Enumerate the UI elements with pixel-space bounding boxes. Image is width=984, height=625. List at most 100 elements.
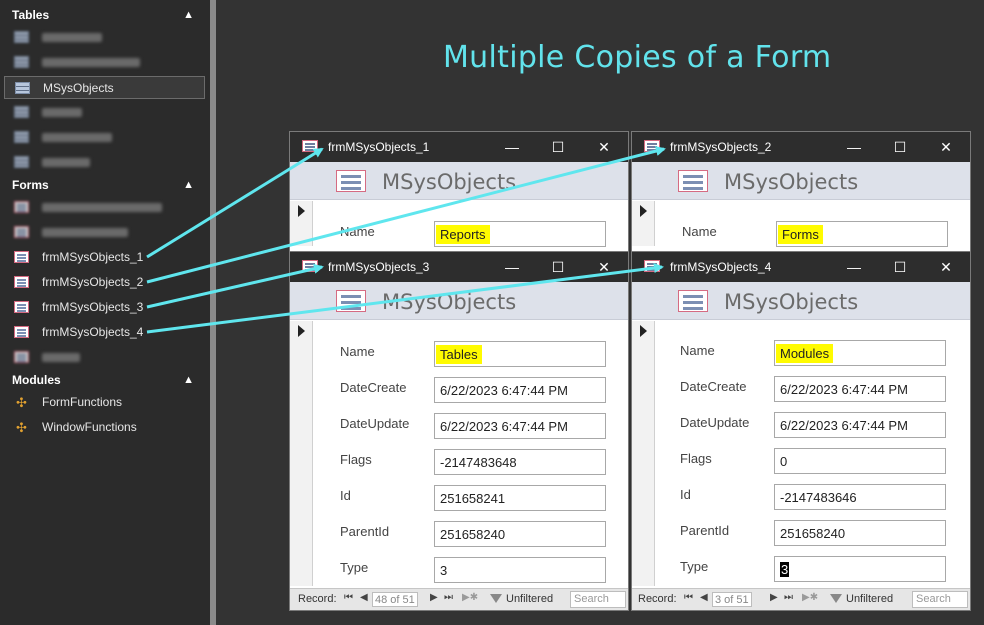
field-input-type[interactable]: 3 xyxy=(774,556,946,582)
blurred-label xyxy=(42,133,112,142)
last-record-icon[interactable]: ⏭ xyxy=(784,592,793,603)
field-label-parentid: ParentId xyxy=(340,524,390,539)
form-icon xyxy=(14,201,29,213)
field-input-id[interactable]: -2147483646 xyxy=(774,484,946,510)
nav-form-item[interactable] xyxy=(4,221,205,244)
new-record-icon[interactable]: ▶✱ xyxy=(462,592,478,603)
close-icon[interactable]: ✕ xyxy=(934,136,958,158)
first-record-icon[interactable]: ⏮ xyxy=(684,592,693,603)
close-icon[interactable]: ✕ xyxy=(934,256,958,278)
form-window-3[interactable]: frmMSysObjects_3 — ☐ ✕ MSysObjects Name … xyxy=(289,251,629,611)
tables-group-header[interactable]: Tables ▲ xyxy=(0,4,210,26)
record-position-input[interactable]: 3 of 51 xyxy=(712,592,752,607)
nav-table-item[interactable] xyxy=(4,101,205,124)
minimize-icon[interactable]: — xyxy=(500,136,524,158)
record-selector[interactable] xyxy=(632,321,655,586)
current-record-arrow-icon xyxy=(640,325,647,337)
chevron-up-icon[interactable]: ▲ xyxy=(183,174,194,196)
record-selector[interactable] xyxy=(632,201,655,246)
filter-status[interactable]: Unfiltered xyxy=(846,593,893,605)
nav-table-msysobjects[interactable]: MSysObjects xyxy=(4,76,205,99)
maximize-icon[interactable]: ☐ xyxy=(546,256,570,278)
form-header-title: MSysObjects xyxy=(724,170,859,194)
field-input-parentid[interactable]: 251658240 xyxy=(774,520,946,546)
form-header-title: MSysObjects xyxy=(382,290,517,314)
chevron-up-icon[interactable]: ▲ xyxy=(183,369,194,391)
maximize-icon[interactable]: ☐ xyxy=(888,256,912,278)
modules-group-header[interactable]: Modules ▲ xyxy=(0,369,210,391)
field-input-id[interactable]: 251658241 xyxy=(434,485,606,511)
field-label-flags: Flags xyxy=(680,451,712,466)
window-title-bar[interactable]: frmMSysObjects_4 — ☐ ✕ xyxy=(632,252,970,282)
minimize-icon[interactable]: — xyxy=(842,136,866,158)
form-icon xyxy=(302,140,318,152)
nav-table-item[interactable] xyxy=(4,126,205,149)
record-position-input[interactable]: 48 of 51 xyxy=(372,592,418,607)
close-icon[interactable]: ✕ xyxy=(592,256,616,278)
field-label-name: Name xyxy=(682,224,717,239)
form-icon xyxy=(644,140,660,152)
field-input-dateupdate[interactable]: 6/22/2023 6:47:44 PM xyxy=(434,413,606,439)
nav-table-item[interactable] xyxy=(4,51,205,74)
previous-record-icon[interactable]: ◀ xyxy=(700,592,708,603)
nav-module-windowfunctions[interactable]: ✣ WindowFunctions xyxy=(4,416,205,439)
chevron-up-icon[interactable]: ▲ xyxy=(183,4,194,26)
nav-item-label: FormFunctions xyxy=(42,395,123,409)
form-header: MSysObjects xyxy=(632,162,970,200)
nav-form-frmmsysobjects-3[interactable]: frmMSysObjects_3 xyxy=(4,296,205,319)
form-icon xyxy=(644,260,660,272)
window-title-bar[interactable]: frmMSysObjects_1 — ☐ ✕ xyxy=(290,132,628,162)
window-title-bar[interactable]: frmMSysObjects_2 — ☐ ✕ xyxy=(632,132,970,162)
next-record-icon[interactable]: ▶ xyxy=(770,592,778,603)
field-input-parentid[interactable]: 251658240 xyxy=(434,521,606,547)
window-title: frmMSysObjects_2 xyxy=(670,140,772,154)
nav-form-item[interactable] xyxy=(4,346,205,369)
next-record-icon[interactable]: ▶ xyxy=(430,592,438,603)
field-input-name[interactable]: Tables xyxy=(434,341,606,367)
page-title: Multiple Copies of a Form xyxy=(443,40,832,75)
filter-status[interactable]: Unfiltered xyxy=(506,593,553,605)
forms-group-header[interactable]: Forms ▲ xyxy=(0,174,210,196)
maximize-icon[interactable]: ☐ xyxy=(888,136,912,158)
minimize-icon[interactable]: — xyxy=(842,256,866,278)
previous-record-icon[interactable]: ◀ xyxy=(360,592,368,603)
field-input-datecreate[interactable]: 6/22/2023 6:47:44 PM xyxy=(434,377,606,403)
nav-table-item[interactable] xyxy=(4,26,205,49)
record-selector[interactable] xyxy=(290,201,313,246)
nav-form-frmmsysobjects-1[interactable]: frmMSysObjects_1 xyxy=(4,246,205,269)
form-icon xyxy=(14,351,29,363)
field-input-type[interactable]: 3 xyxy=(434,557,606,583)
nav-form-item[interactable] xyxy=(4,196,205,219)
nav-form-frmmsysobjects-2[interactable]: frmMSysObjects_2 xyxy=(4,271,205,294)
search-input[interactable]: Search xyxy=(912,591,968,608)
form-window-2[interactable]: frmMSysObjects_2 — ☐ ✕ MSysObjects Name … xyxy=(631,131,971,271)
nav-table-item[interactable] xyxy=(4,151,205,174)
field-label-name: Name xyxy=(340,344,375,359)
module-icon: ✣ xyxy=(16,420,27,435)
field-input-name[interactable]: Modules xyxy=(774,340,946,366)
record-selector[interactable] xyxy=(290,321,313,586)
maximize-icon[interactable]: ☐ xyxy=(546,136,570,158)
nav-form-frmmsysobjects-4[interactable]: frmMSysObjects_4 xyxy=(4,321,205,344)
form-header-title: MSysObjects xyxy=(724,290,859,314)
form-icon xyxy=(336,170,366,192)
record-label: Record: xyxy=(298,593,337,605)
search-input[interactable]: Search xyxy=(570,591,626,608)
field-input-datecreate[interactable]: 6/22/2023 6:47:44 PM xyxy=(774,376,946,402)
minimize-icon[interactable]: — xyxy=(500,256,524,278)
nav-item-label: frmMSysObjects_4 xyxy=(42,325,144,339)
form-window-1[interactable]: frmMSysObjects_1 — ☐ ✕ MSysObjects Name … xyxy=(289,131,629,271)
table-icon xyxy=(14,106,29,118)
field-input-name[interactable]: Forms xyxy=(776,221,948,247)
field-input-dateupdate[interactable]: 6/22/2023 6:47:44 PM xyxy=(774,412,946,438)
first-record-icon[interactable]: ⏮ xyxy=(344,592,353,603)
close-icon[interactable]: ✕ xyxy=(592,136,616,158)
nav-module-formfunctions[interactable]: ✣ FormFunctions xyxy=(4,391,205,414)
window-title-bar[interactable]: frmMSysObjects_3 — ☐ ✕ xyxy=(290,252,628,282)
form-window-4[interactable]: frmMSysObjects_4 — ☐ ✕ MSysObjects Name … xyxy=(631,251,971,611)
new-record-icon[interactable]: ▶✱ xyxy=(802,592,818,603)
field-input-flags[interactable]: 0 xyxy=(774,448,946,474)
field-input-flags[interactable]: -2147483648 xyxy=(434,449,606,475)
field-input-name[interactable]: Reports xyxy=(434,221,606,247)
last-record-icon[interactable]: ⏭ xyxy=(444,592,453,603)
